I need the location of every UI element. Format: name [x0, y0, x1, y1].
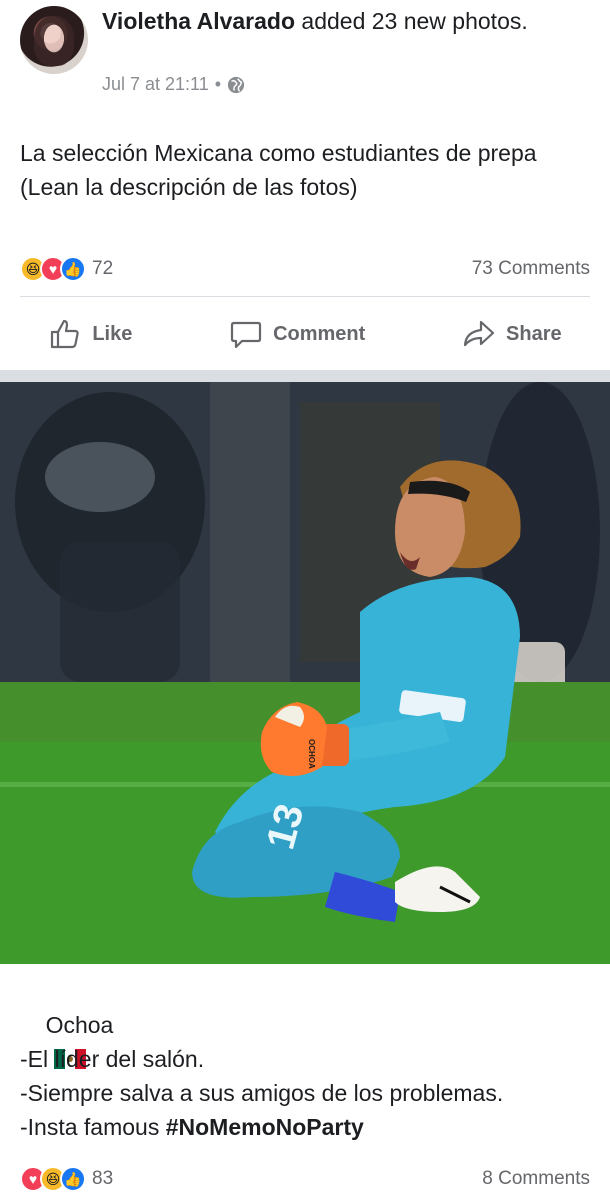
- share-arrow-icon: [463, 320, 495, 347]
- photo-reaction-icons[interactable]: ♥ 😆 👍: [20, 1166, 86, 1192]
- post-meta: Jul 7 at 21:11 •: [102, 74, 245, 95]
- globe-icon: [227, 76, 245, 93]
- caption-title-line: Ochoa: [20, 974, 600, 1069]
- photo-reaction-count[interactable]: 83: [92, 1168, 113, 1190]
- hashtag-link[interactable]: #NoMemoNoParty: [166, 1114, 364, 1140]
- meta-separator: •: [214, 74, 222, 94]
- comment-icon: [230, 321, 262, 349]
- caption-line-3: -Insta famous #NoMemoNoParty: [20, 1110, 600, 1144]
- photo-comments-count[interactable]: 8 Comments: [482, 1168, 590, 1190]
- caption-line-1: -El líder del salón.: [20, 1046, 205, 1072]
- glove-text: OCHOA: [307, 739, 316, 769]
- caption-line-3-text: -Insta famous: [20, 1114, 166, 1140]
- thumbs-up-icon: [51, 319, 80, 349]
- share-label: Share: [506, 322, 562, 345]
- comment-label: Comment: [273, 322, 366, 345]
- post-header: Violetha Alvarado added 23 new photos. J…: [0, 0, 610, 110]
- like-reaction-icon: 👍: [60, 1166, 86, 1192]
- caption-line-2: -Siempre salva a sus amigos de los probl…: [20, 1080, 504, 1106]
- post-text-line2: (Lean la descripción de las fotos): [20, 174, 358, 200]
- like-label: Like: [92, 322, 133, 345]
- reaction-count[interactable]: 72: [92, 258, 113, 280]
- post-action-text: added 23 new photos.: [295, 8, 528, 34]
- section-separator: [0, 370, 610, 382]
- like-reaction-icon: 👍: [60, 256, 86, 282]
- post-date[interactable]: Jul 7 at 21:11: [102, 74, 209, 95]
- post-reactions-bar: 😆 ♥ 👍 72 73 Comments: [20, 254, 590, 284]
- comment-button[interactable]: Comment: [229, 317, 365, 351]
- author-name[interactable]: Violetha Alvarado: [102, 8, 295, 34]
- goalkeeper-photo-illustration: 13 OCHOA: [0, 382, 610, 964]
- photo-caption: Ochoa -El líder del salón. -Siempre salv…: [20, 974, 600, 1144]
- comments-count[interactable]: 73 Comments: [472, 258, 590, 280]
- reaction-icons[interactable]: 😆 ♥ 👍: [20, 256, 86, 282]
- post-photo[interactable]: 13 OCHOA: [0, 382, 610, 964]
- post-header-line: Violetha Alvarado added 23 new photos.: [102, 6, 592, 36]
- divider: [20, 296, 590, 297]
- share-button[interactable]: Share: [462, 317, 562, 351]
- post-actions: Like Comment Share: [0, 306, 610, 362]
- author-avatar[interactable]: [20, 6, 88, 74]
- post-text: La selección Mexicana como estudiantes d…: [20, 136, 590, 204]
- like-button[interactable]: Like: [48, 317, 132, 351]
- photo-reactions-bar: ♥ 😆 👍 83 8 Comments: [20, 1164, 590, 1194]
- post-text-line1: La selección Mexicana como estudiantes d…: [20, 140, 537, 166]
- caption-name: Ochoa: [45, 1012, 114, 1038]
